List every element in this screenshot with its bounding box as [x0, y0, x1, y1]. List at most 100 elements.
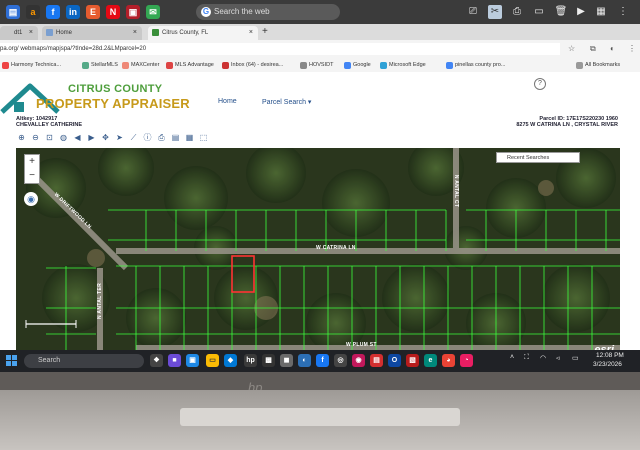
bookmark-label: All Bookmarks: [585, 62, 621, 68]
screenshot-icon[interactable]: ⎚: [466, 5, 480, 19]
edge-icon[interactable]: e: [424, 354, 437, 367]
clock-date[interactable]: 3/23/2026: [593, 361, 622, 368]
recent-searches-dropdown[interactable]: Recent Searches: [496, 152, 580, 163]
app-icon[interactable]: ▧: [406, 354, 419, 367]
bookmark-item[interactable]: HOVSIDT: [300, 60, 333, 70]
volume-icon[interactable]: ◃: [556, 354, 560, 362]
bookmark-item[interactable]: Microsoft Edge: [380, 60, 426, 70]
app-icon[interactable]: ◼: [280, 354, 293, 367]
chevron-up-icon[interactable]: ˄: [510, 354, 514, 361]
hp-app-icon[interactable]: hp: [244, 354, 257, 367]
pan-icon[interactable]: ✥: [100, 132, 111, 143]
screen: ▤ a f in E N ▣ ✉ G Search the web ⎚ ✂ ⎙ …: [0, 0, 640, 372]
windows-start-icon[interactable]: [6, 355, 18, 367]
bookmark-item[interactable]: MLS Advantage: [166, 60, 214, 70]
app-icon[interactable]: ■: [168, 354, 181, 367]
measure-icon[interactable]: ⟋: [128, 132, 139, 143]
app-icon[interactable]: ▩: [262, 354, 275, 367]
app-icon[interactable]: ▣: [126, 5, 140, 19]
bookmark-item[interactable]: Google: [344, 60, 371, 70]
zoom-in-button[interactable]: +: [25, 155, 39, 169]
all-bookmarks[interactable]: All Bookmarks: [576, 60, 620, 70]
windows-taskbar: Search ❖ ■ ▣ ▭ ◆ hp ▩ ◼ ◐ f ◎ ◉ ▤ O ▧ e …: [0, 350, 640, 372]
delete-icon[interactable]: 🗑: [554, 5, 568, 19]
widgets-icon[interactable]: ❖: [150, 354, 163, 367]
back-arrow-icon[interactable]: ◀: [72, 132, 83, 143]
bookmark-item[interactable]: Harmony Technica...: [2, 60, 61, 70]
app-icon[interactable]: ◉: [352, 354, 365, 367]
amazon-icon[interactable]: a: [26, 5, 40, 19]
netflix-icon[interactable]: N: [106, 5, 120, 19]
profile-icon[interactable]: ◐: [610, 44, 615, 54]
save-icon[interactable]: ▦: [594, 5, 608, 19]
clock-time[interactable]: 12:08 PM: [596, 352, 624, 359]
menu-icon[interactable]: ⋮: [616, 5, 630, 19]
nav-home[interactable]: Home: [218, 98, 237, 105]
tab-1[interactable]: dt1 ×: [0, 26, 38, 40]
bookmark-icon: [166, 62, 173, 69]
more-icon[interactable]: ⋮: [628, 44, 636, 54]
address-bar[interactable]: pa.org/ webmaps/mapjspa/?tInde=28d.2&LMp…: [0, 43, 560, 55]
new-tab-button[interactable]: +: [262, 24, 268, 40]
wifi-icon[interactable]: ◠: [540, 354, 546, 362]
basemap-toggle-icon[interactable]: ◉: [24, 192, 38, 206]
play-icon[interactable]: ▶: [574, 5, 588, 19]
network-icon[interactable]: ⛶: [524, 354, 529, 362]
bookmark-item[interactable]: MAXCenter: [122, 60, 159, 70]
close-icon[interactable]: ×: [249, 26, 253, 40]
layers-icon[interactable]: ▤: [170, 132, 181, 143]
bookmark-item[interactable]: StellarMLS: [82, 60, 118, 70]
forward-arrow-icon[interactable]: ▶: [86, 132, 97, 143]
window-icon[interactable]: ▭: [532, 5, 546, 19]
bookmark-icon-strip: ▤ a f in E N ▣ ✉ G Search the web ⎚ ✂ ⎙ …: [0, 0, 640, 24]
system-search-placeholder: Search the web: [214, 7, 270, 16]
facebook-icon[interactable]: f: [46, 5, 60, 19]
app-icon[interactable]: ◔: [460, 354, 473, 367]
bookmark-item[interactable]: Inbox (64) - desirea...: [222, 60, 283, 70]
zoom-out-icon[interactable]: ⊖: [30, 132, 41, 143]
select-icon[interactable]: ➤: [114, 132, 125, 143]
app-icon[interactable]: ▣: [186, 354, 199, 367]
site-header: CITRUS COUNTY PROPERTY APPRAISER Home Pa…: [0, 72, 640, 148]
outlook-icon[interactable]: O: [388, 354, 401, 367]
close-icon[interactable]: ×: [133, 26, 137, 40]
docs-icon[interactable]: ▤: [6, 5, 20, 19]
print-icon[interactable]: ⎙: [156, 132, 167, 143]
road-label-left: N ANTAL TER: [96, 283, 103, 319]
chrome-icon[interactable]: ◕: [442, 354, 455, 367]
export-icon[interactable]: ⬚: [198, 132, 209, 143]
parcel-map[interactable]: + − ◉ Recent Searches W CATRINA LN W DRI…: [16, 148, 620, 360]
extensions-icon[interactable]: ⧉: [590, 44, 596, 54]
road-label-catrina: W CATRINA LN: [316, 245, 356, 251]
linkedin-icon[interactable]: in: [66, 5, 80, 19]
zoom-box-icon[interactable]: ⊡: [44, 132, 55, 143]
globe-icon[interactable]: ◍: [58, 132, 69, 143]
system-search-bar[interactable]: G Search the web: [196, 4, 340, 20]
help-icon[interactable]: ?: [534, 78, 546, 90]
nav-parcel-search[interactable]: Parcel Search ▾: [262, 98, 311, 106]
edge-icon: [380, 62, 387, 69]
facebook-icon[interactable]: f: [316, 354, 329, 367]
table-icon[interactable]: ▦: [184, 132, 195, 143]
app-icon[interactable]: ✉: [146, 5, 160, 19]
tab-home[interactable]: Home ×: [42, 26, 142, 40]
print-icon[interactable]: ⎙: [510, 5, 524, 19]
crop-icon[interactable]: ✂: [488, 5, 502, 19]
zoom-in-icon[interactable]: ⊕: [16, 132, 27, 143]
app-icon[interactable]: ◆: [224, 354, 237, 367]
star-icon[interactable]: ☆: [568, 44, 575, 54]
app-icon[interactable]: E: [86, 5, 100, 19]
folder-icon[interactable]: ▭: [206, 354, 219, 367]
bookmark-label: MAXCenter: [131, 62, 160, 68]
close-icon[interactable]: ×: [29, 26, 33, 40]
app-icon[interactable]: ▤: [370, 354, 383, 367]
taskbar-search[interactable]: Search: [24, 354, 144, 368]
app-icon[interactable]: ◎: [334, 354, 347, 367]
bookmark-item[interactable]: pinellas county pro...: [446, 60, 505, 70]
identify-icon[interactable]: ⓘ: [142, 132, 153, 143]
battery-icon[interactable]: ▭: [572, 354, 579, 362]
tab-citrus-county[interactable]: Citrus County, FL ×: [148, 26, 258, 40]
owner-name: CHEVALLEY CATHERINE: [16, 122, 83, 128]
app-icon[interactable]: ◐: [298, 354, 311, 367]
zoom-out-button[interactable]: −: [25, 169, 39, 183]
